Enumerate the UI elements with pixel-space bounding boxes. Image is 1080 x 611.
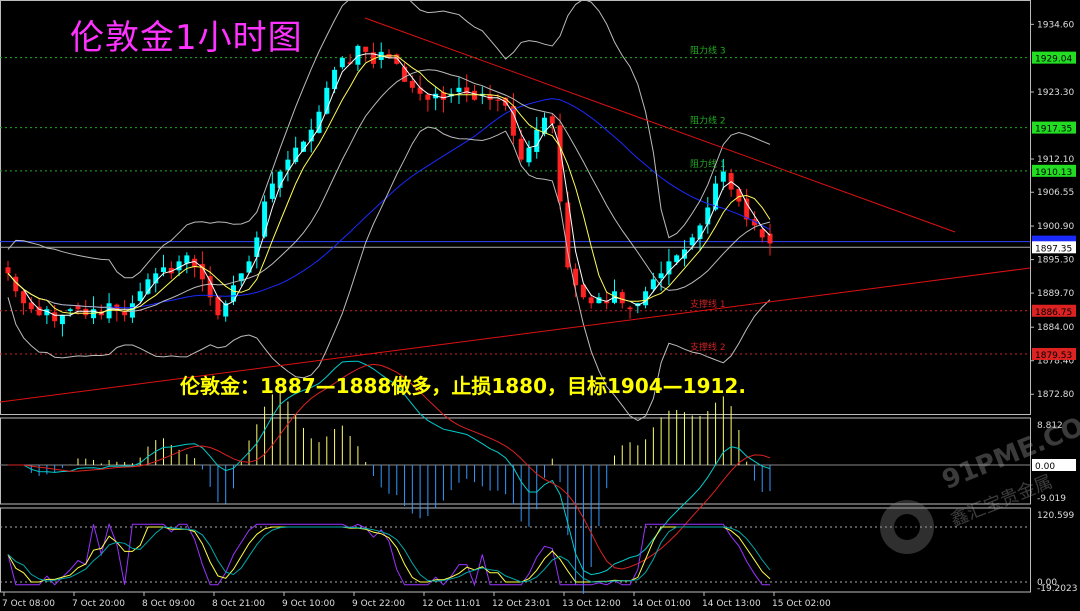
candle: [402, 66, 408, 82]
candle: [549, 116, 555, 124]
y-tick-label: 1906.55: [1037, 188, 1074, 198]
chart-title: 伦敦金1小时图: [70, 18, 303, 58]
candle: [176, 261, 182, 271]
current-price-value: 1897.35: [1035, 244, 1072, 254]
x-tick-label: 9 Oct 22:00: [352, 599, 405, 609]
x-tick-label: 8 Oct 09:00: [142, 599, 195, 609]
candle: [425, 94, 431, 100]
osc-tick-label: -19.2023: [1037, 584, 1077, 594]
level-label: 阻力线 3: [690, 45, 726, 57]
y-tick-label: 1884.00: [1037, 323, 1074, 333]
ma-mid-line: [7, 55, 771, 314]
watermark: 91PME.COM 鑫汇宝贵金属: [880, 402, 1080, 558]
candle: [254, 237, 260, 257]
candle: [495, 99, 501, 101]
x-tick-label: 15 Oct 02:00: [772, 599, 831, 609]
level-label: 阻力线 2: [690, 115, 726, 127]
candle: [5, 267, 11, 274]
y-tick-label: 1923.30: [1037, 88, 1074, 98]
x-tick-label: 14 Oct 01:00: [632, 599, 691, 609]
macd-histogram-group: [30, 391, 771, 594]
candle: [744, 198, 750, 220]
level-label: 阻力线 1: [690, 158, 726, 170]
y-tick-label: 1912.10: [1037, 155, 1074, 165]
candle: [705, 207, 711, 225]
macd-pane-frame: [0, 417, 1031, 505]
candle: [526, 147, 532, 163]
watermark-logo-icon: [880, 500, 934, 554]
level-badge-value: 1917.35: [1035, 125, 1072, 135]
level-label: 支撑线 2: [690, 341, 726, 353]
candle: [658, 273, 664, 279]
candle: [246, 261, 252, 273]
chart-window: 1934.60 1923.30 1912.10 1906.55 1900.90 1895.…: [0, 0, 1080, 611]
y-tick-label: 1934.60: [1037, 20, 1074, 30]
candle: [91, 309, 97, 319]
level-badge-value: 1929.04: [1035, 55, 1072, 65]
candle: [518, 138, 524, 160]
candle: [650, 279, 656, 290]
y-tick-label: 1872.80: [1037, 390, 1074, 400]
x-tick-label: 7 Oct 08:00: [2, 599, 55, 609]
level-badge-value: 1886.75: [1035, 308, 1072, 318]
candle: [534, 129, 540, 152]
candle: [588, 297, 594, 304]
y-tick-label: 1889.70: [1037, 289, 1074, 299]
y-tick-label: 1895.30: [1037, 256, 1074, 266]
candle: [262, 201, 268, 237]
candle: [464, 87, 470, 94]
candle: [269, 183, 275, 199]
x-tick-label: 13 Oct 12:00: [562, 599, 621, 609]
candle: [184, 255, 190, 264]
candle: [363, 46, 369, 52]
candle: [21, 291, 27, 304]
candle: [666, 261, 672, 275]
candle: [456, 87, 462, 92]
candle: [339, 57, 345, 68]
candle: [720, 171, 726, 182]
level-badge-value: 1910.13: [1035, 168, 1072, 178]
x-tick-label: 12 Oct 11:01: [422, 599, 481, 609]
candle: [627, 307, 633, 310]
trade-plan-annotation: 伦敦金：1887—1888做多，止损1880，目标1904—1912.: [180, 374, 746, 398]
candle: [557, 125, 563, 202]
candle: [207, 276, 213, 298]
candle: [122, 311, 128, 316]
x-tick-label: 7 Oct 20:00: [72, 599, 125, 609]
main-pane-frame: [0, 0, 1031, 415]
level-badge-value: 1879.53: [1035, 351, 1072, 361]
candle: [161, 267, 167, 273]
candle: [83, 308, 89, 316]
x-tick-label: 9 Oct 10:00: [282, 599, 335, 609]
candle: [67, 309, 73, 312]
candle: [59, 315, 65, 325]
candle: [129, 303, 135, 318]
candle: [409, 80, 415, 88]
y-tick-label: 1900.90: [1037, 222, 1074, 232]
candle: [759, 229, 765, 238]
candle: [619, 292, 625, 304]
candle: [137, 291, 143, 301]
x-tick-label: 14 Oct 13:00: [702, 599, 761, 609]
candles-group: [5, 42, 773, 337]
candle: [689, 237, 695, 246]
candle: [52, 312, 58, 322]
x-tick-label: 8 Oct 21:00: [212, 599, 265, 609]
x-tick-label: 12 Oct 23:01: [492, 599, 551, 609]
